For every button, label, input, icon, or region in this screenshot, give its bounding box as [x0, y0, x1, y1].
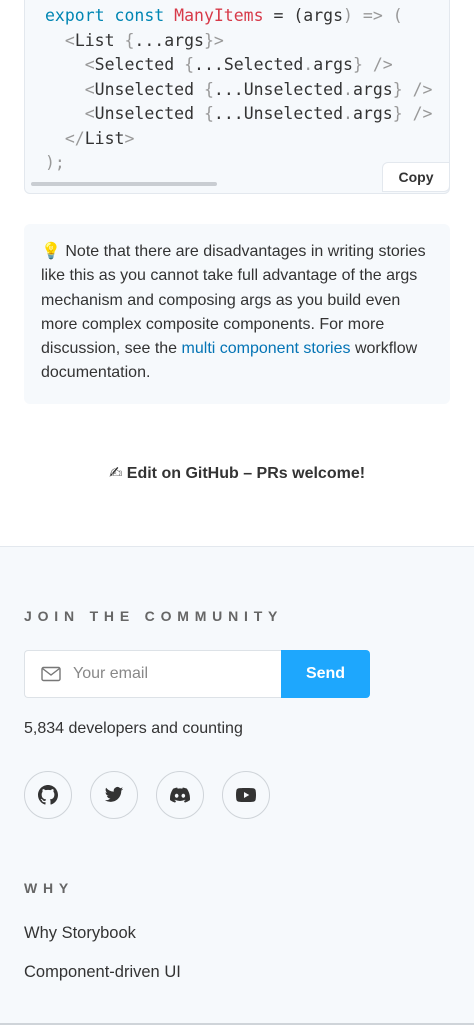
developer-count: 5,834 developers and counting [24, 720, 243, 737]
twitter-icon [104, 787, 124, 802]
code-token: ManyItems [174, 6, 264, 25]
code-token: List [84, 128, 125, 148]
code-token: < [45, 104, 95, 123]
code-content: export const ManyItems = (args) => ( <Li… [45, 4, 432, 176]
code-token: . [303, 55, 314, 74]
code-token: . [343, 104, 353, 123]
multi-component-stories-link[interactable]: multi component stories [182, 340, 351, 357]
code-token: ) => ( [343, 6, 403, 25]
code-line: ); [45, 151, 432, 176]
code-token: < [45, 55, 95, 74]
social-links [24, 771, 270, 819]
edit-on-github-link[interactable]: ✍ Edit on GitHub – PRs welcome! [0, 463, 474, 483]
code-token: } /> [392, 79, 433, 99]
code-horizontal-scrollbar[interactable] [31, 182, 217, 186]
code-token: { [184, 55, 195, 74]
copy-button[interactable]: Copy [382, 162, 449, 192]
code-line: <Unselected {...Unselected.args} /> [45, 102, 433, 127]
code-token: }> [203, 30, 224, 50]
code-line: <Unselected {...Unselected.args} /> [45, 78, 433, 103]
code-token: ...Selected [194, 55, 304, 74]
code-token: ...Unselected [213, 104, 344, 123]
why-storybook-link[interactable]: Why Storybook [24, 924, 136, 943]
discord-icon [170, 787, 190, 803]
twitter-link[interactable] [90, 771, 138, 819]
code-token: args [352, 79, 393, 99]
email-field-wrapper [24, 650, 284, 698]
code-token: args [313, 55, 353, 74]
code-token: { [124, 30, 135, 50]
code-token: Selected [94, 55, 185, 74]
email-input[interactable] [73, 665, 253, 683]
footer: JOIN THE COMMUNITY Send 5,834 developers… [0, 546, 474, 1025]
code-token: ); [45, 153, 65, 172]
code-token: { [203, 79, 214, 99]
newsletter-form: Send [24, 650, 370, 698]
code-token: > [124, 128, 135, 148]
code-token: < [45, 79, 95, 99]
code-line: <List {...args}> [45, 29, 432, 54]
code-token: ...Unselected [213, 79, 344, 99]
note-callout: 💡 Note that there are disadvantages in w… [24, 224, 450, 404]
mail-icon [41, 666, 61, 682]
component-driven-ui-link[interactable]: Component-driven UI [24, 963, 181, 982]
discord-link[interactable] [156, 771, 204, 819]
code-line: export const ManyItems = (args) => ( [45, 4, 432, 29]
code-block: export const ManyItems = (args) => ( <Li… [24, 0, 450, 194]
code-line: </List> [45, 127, 432, 152]
community-heading: JOIN THE COMMUNITY [24, 608, 284, 624]
lightbulb-icon: 💡 [41, 243, 61, 260]
code-token: { [203, 104, 214, 123]
github-icon [38, 785, 58, 805]
send-button[interactable]: Send [281, 650, 370, 698]
code-token: </ [45, 128, 85, 148]
code-token: } /> [392, 104, 433, 123]
code-token: < [45, 30, 75, 50]
youtube-link[interactable] [222, 771, 270, 819]
code-token: . [343, 79, 353, 99]
youtube-icon [236, 788, 256, 802]
code-token: args [352, 104, 393, 123]
code-token: Unselected [94, 79, 204, 99]
code-token: } /> [352, 55, 393, 74]
code-line: <Selected {...Selected.args} /> [45, 53, 432, 78]
code-token: Unselected [94, 104, 204, 123]
code-token: ...args [134, 30, 204, 50]
code-token: export const [45, 6, 175, 25]
code-token: args [303, 6, 344, 25]
code-token: = ( [263, 6, 304, 25]
why-heading: WHY [24, 880, 75, 896]
code-token: List [74, 30, 125, 50]
github-link[interactable] [24, 771, 72, 819]
